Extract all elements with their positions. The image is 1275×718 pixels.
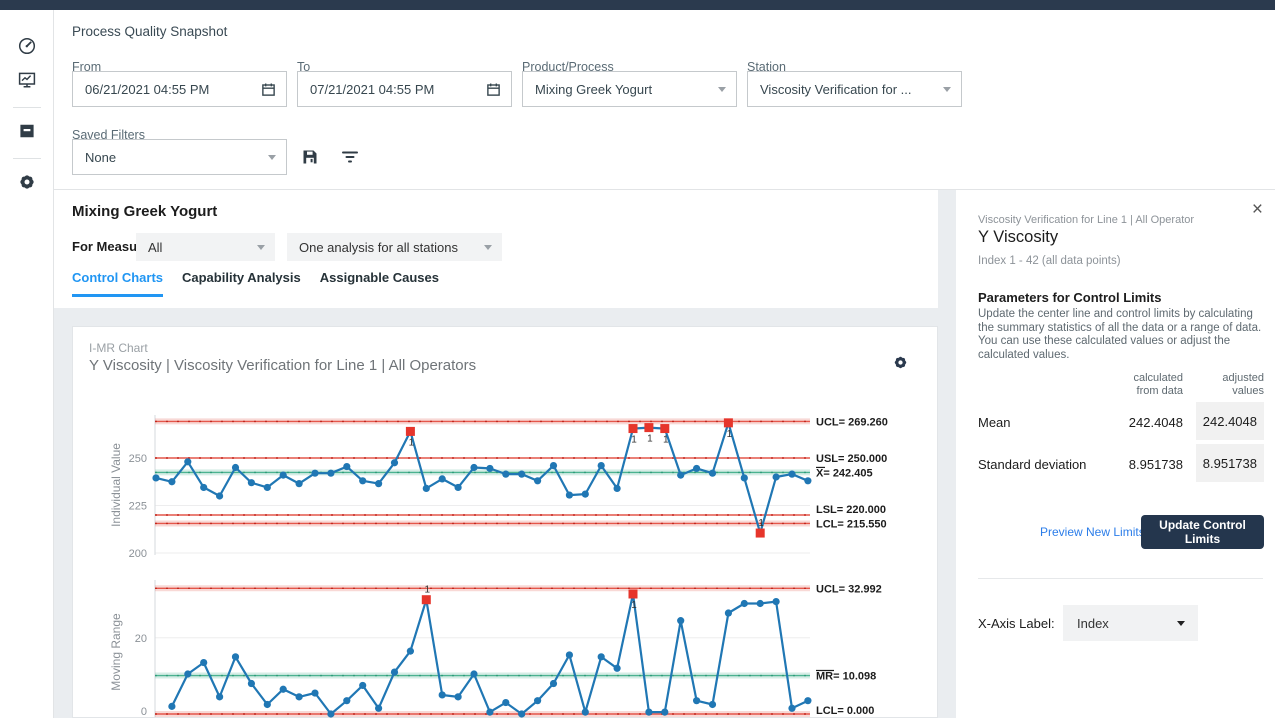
svg-text:20: 20 xyxy=(135,633,147,645)
svg-text:1: 1 xyxy=(647,434,653,445)
chevron-down-icon xyxy=(268,155,276,160)
chevron-down-icon xyxy=(257,245,265,250)
svg-text:UCL= 32.992: UCL= 32.992 xyxy=(816,583,882,595)
mean-calculated-value: 242.4048 xyxy=(1129,415,1183,430)
chevron-down-icon xyxy=(943,87,951,92)
xaxis-label: X-Axis Label: xyxy=(978,616,1055,631)
svg-text:UCL= 269.260: UCL= 269.260 xyxy=(816,416,888,428)
saved-filters-value: None xyxy=(85,150,268,165)
station-value: Viscosity Verification for ... xyxy=(760,82,943,97)
dashboard-gauge-icon[interactable] xyxy=(17,36,37,56)
sidebar-nav xyxy=(0,10,54,718)
to-datetime-input[interactable]: 07/21/2021 04:55 PM xyxy=(297,71,512,107)
svg-text:MR= 10.098: MR= 10.098 xyxy=(816,671,876,683)
sidebar-divider xyxy=(13,107,41,108)
chevron-down-icon xyxy=(484,245,492,250)
product-process-dropdown[interactable]: Mixing Greek Yogurt xyxy=(522,71,737,107)
stddev-adjusted-input[interactable]: 8.951738 xyxy=(1196,444,1264,482)
xaxis-dropdown[interactable]: Index xyxy=(1063,605,1198,641)
svg-text:X= 242.405: X= 242.405 xyxy=(816,467,873,479)
monitor-chart-icon[interactable] xyxy=(17,70,37,90)
panel-subtitle: Viscosity Verification for Line 1 | All … xyxy=(978,214,1194,226)
xaxis-value: Index xyxy=(1077,616,1177,631)
saved-filters-dropdown[interactable]: None xyxy=(72,139,287,175)
svg-text:1: 1 xyxy=(758,518,764,529)
panel-title: Y Viscosity xyxy=(978,228,1058,247)
mean-row-label: Mean xyxy=(978,415,1011,430)
calendar-icon[interactable] xyxy=(486,82,501,97)
mean-adjusted-value: 242.4048 xyxy=(1203,414,1257,429)
from-datetime-value: 06/21/2021 04:55 PM xyxy=(85,82,261,97)
parameters-section-title: Parameters for Control Limits xyxy=(978,290,1162,305)
close-icon[interactable]: × xyxy=(1248,196,1267,223)
control-limits-panel: × Viscosity Verification for Line 1 | Al… xyxy=(956,190,1275,718)
page-title: Process Quality Snapshot xyxy=(72,24,227,39)
from-datetime-input[interactable]: 06/21/2021 04:55 PM xyxy=(72,71,287,107)
analysis-mode-dropdown[interactable]: One analysis for all stations xyxy=(287,233,502,261)
settings-gear-icon[interactable] xyxy=(17,172,37,192)
svg-text:LCL= 0.000: LCL= 0.000 xyxy=(816,705,874,717)
filter-icon[interactable] xyxy=(340,148,360,166)
stddev-calculated-value: 8.951738 xyxy=(1129,457,1183,472)
svg-text:LSL= 220.000: LSL= 220.000 xyxy=(816,504,886,516)
stddev-row-label: Standard deviation xyxy=(978,457,1086,472)
to-datetime-value: 07/21/2021 04:55 PM xyxy=(310,82,486,97)
process-card: Mixing Greek Yogurt For Measure: All One… xyxy=(54,190,938,308)
tab-control-charts[interactable]: Control Charts xyxy=(72,270,163,297)
svg-text:1: 1 xyxy=(425,585,431,596)
svg-text:0: 0 xyxy=(141,706,147,718)
mean-adjusted-input[interactable]: 242.4048 xyxy=(1196,402,1264,440)
preview-new-limits-link[interactable]: Preview New Limits xyxy=(1040,525,1145,539)
chart-type-label: I-MR Chart xyxy=(89,341,148,355)
svg-text:200: 200 xyxy=(129,548,147,560)
calendar-icon[interactable] xyxy=(261,82,276,97)
svg-text:250: 250 xyxy=(129,453,147,465)
filter-bar: Process Quality Snapshot From 06/21/2021… xyxy=(54,10,1275,190)
update-control-limits-button[interactable]: Update Control Limits xyxy=(1141,515,1264,549)
imr-chart-svg: 250225200UCL= 269.260USL= 250.000X= 242.… xyxy=(72,380,938,718)
top-bar xyxy=(0,0,1275,10)
index-range-label: Index 1 - 42 (all data points) xyxy=(978,255,1121,267)
archive-box-icon[interactable] xyxy=(17,121,37,141)
svg-text:1: 1 xyxy=(631,600,637,611)
station-dropdown[interactable]: Viscosity Verification for ... xyxy=(747,71,962,107)
save-filter-icon[interactable] xyxy=(301,148,319,166)
app-screen: Process Quality Snapshot From 06/21/2021… xyxy=(0,0,1275,718)
stddev-adjusted-value: 8.951738 xyxy=(1203,456,1257,471)
chevron-down-icon xyxy=(718,87,726,92)
chart-options-gear-icon[interactable] xyxy=(892,354,909,371)
svg-text:225: 225 xyxy=(129,501,147,513)
measure-value: All xyxy=(148,240,257,255)
sidebar-divider xyxy=(13,158,41,159)
analysis-mode-value: One analysis for all stations xyxy=(299,240,484,255)
chevron-down-icon xyxy=(1177,621,1185,626)
svg-text:1: 1 xyxy=(409,437,415,448)
calculated-column-header: calculated from data xyxy=(1133,372,1183,398)
parameters-description: Update the center line and control limit… xyxy=(978,308,1270,362)
panel-divider xyxy=(978,578,1263,579)
svg-text:Individual Value: Individual Value xyxy=(109,443,123,527)
product-process-value: Mixing Greek Yogurt xyxy=(535,82,718,97)
process-title: Mixing Greek Yogurt xyxy=(72,203,217,220)
svg-text:USL= 250.000: USL= 250.000 xyxy=(816,453,887,465)
adjusted-column-header: adjusted values xyxy=(1222,372,1264,398)
svg-text:1: 1 xyxy=(727,429,733,440)
tab-assignable-causes[interactable]: Assignable Causes xyxy=(320,270,439,297)
svg-text:1: 1 xyxy=(663,435,669,446)
tab-capability-analysis[interactable]: Capability Analysis xyxy=(182,270,301,297)
chart-title: Y Viscosity | Viscosity Verification for… xyxy=(89,357,476,374)
tab-bar: Control Charts Capability Analysis Assig… xyxy=(72,270,439,297)
svg-text:Moving Range: Moving Range xyxy=(109,613,123,691)
svg-text:LCL= 215.550: LCL= 215.550 xyxy=(816,518,887,530)
svg-text:1: 1 xyxy=(631,435,637,446)
measure-dropdown[interactable]: All xyxy=(136,233,275,261)
